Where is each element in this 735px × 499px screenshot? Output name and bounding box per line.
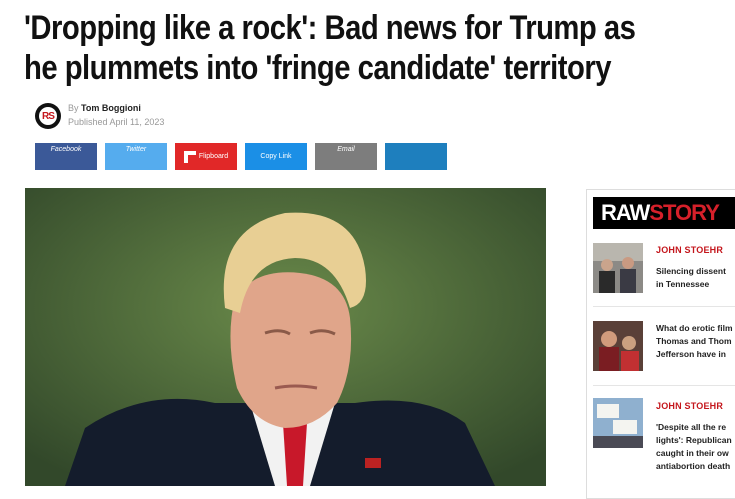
article-hero-image [25, 188, 546, 486]
sidebar-item-3-title-line-1: 'Despite all the re [656, 422, 727, 432]
article-headline: 'Dropping like a rock': Bad news for Tru… [24, 8, 636, 88]
flipboard-icon [183, 150, 196, 163]
sidebar-item-2-title-line-1: What do erotic film [656, 323, 733, 333]
rawstory-logo[interactable]: RAWSTORY [593, 197, 735, 229]
headline-line-1: 'Dropping like a rock': Bad news for Tru… [24, 9, 636, 47]
sidebar-item-3-title-line-4: antiabortion death [656, 461, 731, 471]
publish-date: Published April 11, 2023 [68, 117, 165, 127]
sidebar-item-3-title-line-2: lights': Republican [656, 435, 732, 445]
share-email-button[interactable]: Email [315, 143, 377, 170]
sidebar-item-3-title[interactable]: 'Despite all the re lights': Republican … [656, 421, 735, 473]
headline-line-2: he plummets into 'fringe candidate' terr… [24, 49, 611, 87]
share-flipboard-label: Flipboard [198, 153, 229, 160]
logo-raw-text: RAW [601, 200, 650, 225]
byline: By Tom Boggioni [68, 103, 141, 113]
share-twitter-button[interactable]: Twitter [105, 143, 167, 170]
sidebar-item-2-title-line-2: Thomas and Thom [656, 336, 732, 346]
sidebar-item-1-title-line-2: in Tennessee [656, 279, 710, 289]
logo-story-text: STORY [649, 200, 720, 225]
share-more-button[interactable] [385, 143, 447, 170]
author-link[interactable]: Tom Boggioni [81, 103, 141, 113]
sidebar-thumbnail-2[interactable] [593, 321, 643, 371]
share-twitter-label: Twitter [125, 146, 147, 153]
copy-link-label: Copy Link [260, 153, 292, 160]
sidebar-item-2-title-line-3: Jefferson have in [656, 349, 726, 359]
share-facebook-label: Facebook [50, 146, 82, 153]
rawstory-avatar-icon: RS [39, 107, 57, 125]
sidebar-item-3-author[interactable]: JOHN STOEHR [656, 401, 723, 411]
share-email-label: Email [337, 146, 355, 153]
sidebar-divider [593, 385, 735, 386]
author-avatar-icon[interactable]: RS [35, 103, 61, 129]
sidebar-divider [593, 306, 735, 307]
share-flipboard-button[interactable]: Flipboard [175, 143, 237, 170]
sidebar-item-1-title[interactable]: Silencing dissent in Tennessee [656, 265, 735, 291]
sidebar-thumbnail-1[interactable] [593, 243, 643, 293]
sidebar-item-1-author[interactable]: JOHN STOEHR [656, 245, 723, 255]
sidebar-item-3-title-line-3: caught in their ow [656, 448, 729, 458]
sidebar-thumbnail-3[interactable] [593, 398, 643, 448]
hero-image-illustration [25, 188, 546, 486]
sidebar-item-2-title[interactable]: What do erotic film Thomas and Thom Jeff… [656, 322, 735, 361]
byline-by-label: By [68, 103, 79, 113]
share-facebook-button[interactable]: Facebook [35, 143, 97, 170]
copy-link-button[interactable]: Copy Link [245, 143, 307, 170]
sidebar-item-1-title-line-1: Silencing dissent [656, 266, 726, 276]
